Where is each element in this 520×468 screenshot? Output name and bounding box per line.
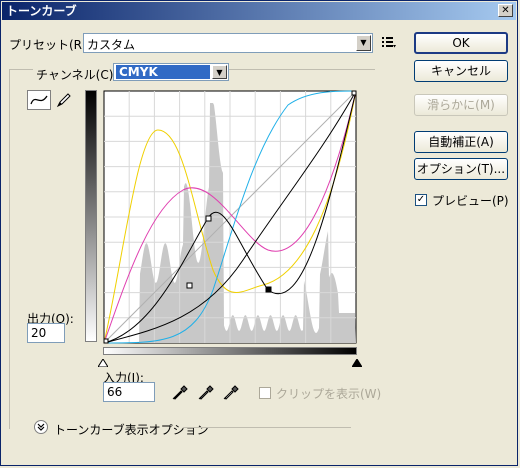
channel-label: チャンネル(C): [33, 66, 121, 83]
white-point-slider[interactable] [97, 356, 109, 368]
curve-display-options-label[interactable]: トーンカーブ表示オプション [54, 421, 209, 438]
curve-point-icon[interactable] [27, 90, 51, 110]
close-icon: ✕ [501, 5, 510, 16]
curve-control-point[interactable] [205, 215, 212, 222]
pencil-icon[interactable] [55, 91, 73, 109]
chevron-down-icon: ▼ [212, 65, 227, 79]
smooth-button[interactable]: 滑らかに(M) [414, 94, 508, 116]
channel-value: CMYK [116, 65, 210, 79]
curve-graph-svg[interactable] [103, 90, 357, 344]
output-field[interactable]: 20 [27, 323, 65, 343]
curve-graph[interactable] [103, 90, 357, 344]
preset-label: プリセット(R): [9, 38, 91, 52]
menu-list-icon[interactable] [381, 35, 397, 49]
curve-endpoint[interactable] [103, 338, 109, 344]
expand-chevron-icon[interactable] [34, 420, 48, 434]
chevron-down-icon: ▼ [356, 35, 371, 51]
input-field[interactable]: 66 [103, 382, 155, 402]
tone-curve-dialog: トーンカーブ ✕ プリセット(R): カスタム ▼ チャンネル(C): CMYK… [0, 0, 518, 466]
eyedropper-white-icon[interactable] [222, 383, 240, 401]
eyedropper-black-icon[interactable] [171, 383, 189, 401]
close-button[interactable]: ✕ [498, 4, 513, 17]
eyedropper-gray-icon[interactable] [197, 383, 215, 401]
output-gradient-bar [85, 90, 97, 342]
window-title: トーンカーブ [6, 4, 77, 18]
options-button[interactable]: オプション(T)... [414, 158, 508, 180]
ok-button[interactable]: OK [414, 32, 508, 54]
curve-endpoint[interactable] [351, 90, 357, 96]
group-left-divider [9, 69, 10, 429]
title-bar: トーンカーブ ✕ [2, 2, 516, 20]
clip-label: クリップを表示(W) [276, 387, 382, 401]
preview-label: プレビュー(P) [432, 194, 509, 208]
clip-checkbox[interactable] [259, 387, 271, 399]
preset-select[interactable]: カスタム ▼ [83, 33, 373, 53]
auto-button[interactable]: 自動補正(A) [414, 131, 508, 153]
cancel-button[interactable]: キャンセル [414, 60, 508, 82]
curve-control-point-selected[interactable] [265, 286, 272, 293]
black-point-slider[interactable] [351, 356, 363, 368]
channel-select[interactable]: CMYK ▼ [113, 63, 229, 81]
preset-value: カスタム [87, 38, 136, 52]
preview-checkbox[interactable]: ✓ [415, 194, 427, 206]
curve-control-point[interactable] [186, 282, 193, 289]
options-divider [183, 427, 351, 428]
input-gradient-bar [103, 347, 357, 355]
